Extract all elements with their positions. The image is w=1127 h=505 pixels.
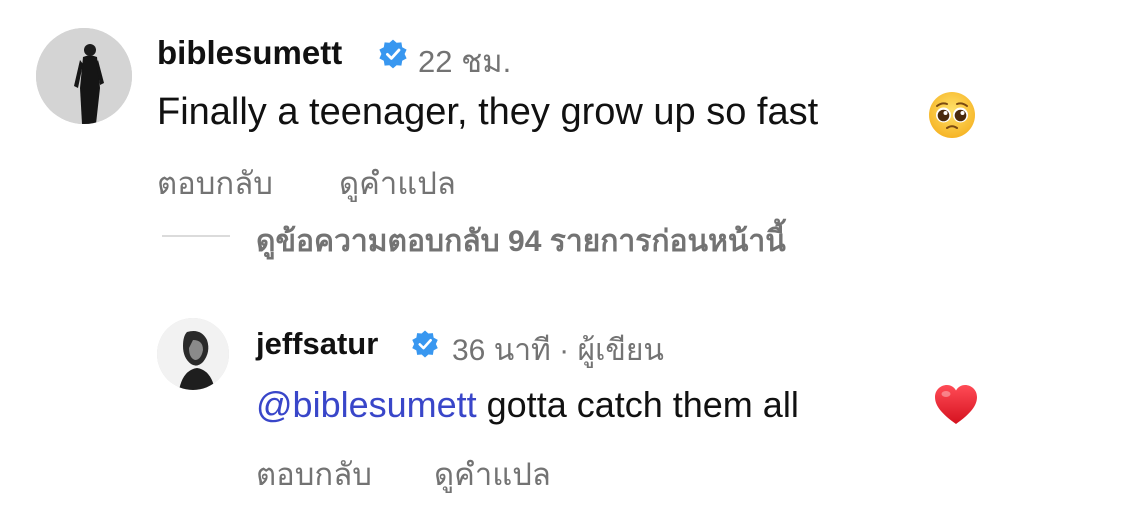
comment-reply-button[interactable]: ตอบกลับ [157, 158, 273, 208]
comment-time: 22 ชม. [418, 44, 512, 79]
verified-badge-icon [379, 39, 407, 69]
pleading-face-emoji-icon [929, 92, 975, 138]
view-previous-replies-button[interactable]: ดูข้อความตอบกลับ 94 รายการก่อนหน้านี้ [256, 218, 786, 265]
comment-username[interactable]: biblesumett [157, 34, 342, 72]
comment-text: Finally a teenager, they grow up so fast [157, 91, 819, 133]
comment-translate-button[interactable]: ดูคำแปล [339, 158, 456, 208]
reply-reply-button[interactable]: ตอบกลับ [256, 449, 372, 499]
red-heart-emoji-icon [935, 385, 977, 424]
reply-translate-button[interactable]: ดูคำแปล [434, 449, 551, 499]
verified-badge-icon [412, 330, 438, 358]
reply-mention-link[interactable]: @biblesumett [256, 384, 477, 425]
replies-divider [162, 235, 230, 237]
reply-body: gotta catch them all [476, 384, 799, 425]
reply-meta: 36 นาที · ผู้เขียน [452, 334, 664, 367]
avatar-biblesumett[interactable] [36, 28, 132, 124]
reply-text: @biblesumett gotta catch them all [256, 384, 799, 426]
avatar-jeffsatur[interactable] [157, 318, 229, 390]
reply-username[interactable]: jeffsatur [256, 326, 378, 362]
